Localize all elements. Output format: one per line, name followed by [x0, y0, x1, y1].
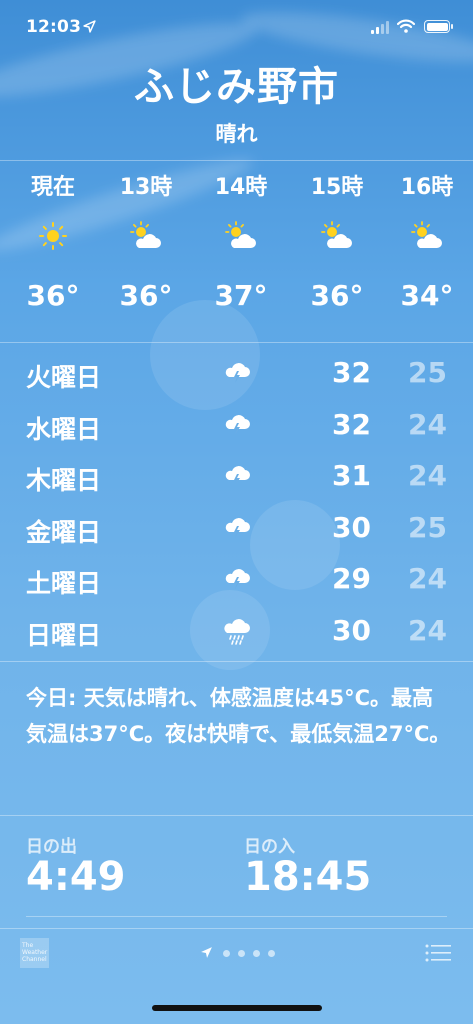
day-name: 水曜日	[26, 414, 102, 444]
day-name: 金曜日	[26, 517, 102, 547]
day-low: 24	[408, 613, 447, 647]
sun-icon	[7, 206, 99, 266]
list-icon[interactable]	[425, 943, 453, 963]
day-high: 32	[332, 356, 371, 389]
day-low: 24	[408, 562, 447, 595]
divider	[0, 661, 473, 662]
cellular-signal-icon	[371, 21, 391, 34]
daily-row: 火曜日 32 25	[0, 350, 473, 402]
daily-row: 水曜日 32 24	[0, 402, 473, 454]
sunset-time: 18:45	[244, 854, 372, 900]
daily-row: 土曜日 29 24	[0, 556, 473, 608]
sunrise-time: 4:49	[26, 854, 126, 900]
rain-icon	[224, 618, 250, 645]
day-high: 32	[332, 407, 371, 441]
weather-summary: 今日: 天気は晴れ、体感温度は45°C。最高気温は37°C。夜は快晴で、最低気温…	[26, 686, 451, 746]
page-dot	[238, 950, 245, 957]
hourly-item: 15時 36°	[291, 170, 383, 326]
page-indicator[interactable]	[200, 946, 280, 960]
page-dot	[223, 950, 230, 957]
home-indicator[interactable]	[152, 1005, 322, 1011]
daily-row: 日曜日 30 24	[0, 608, 473, 660]
thunderstorm-icon	[225, 414, 250, 435]
battery-icon	[424, 20, 453, 33]
page-dot	[253, 950, 260, 957]
partly-cloudy-icon	[381, 206, 473, 266]
thunderstorm-icon	[225, 517, 250, 538]
hourly-item: 現在 36°	[7, 170, 99, 326]
footer-divider	[0, 928, 473, 929]
day-name: 日曜日	[26, 620, 102, 650]
hourly-item: 16時 34°	[381, 170, 473, 326]
partly-cloudy-icon	[195, 206, 287, 266]
hour-temp: 36°	[119, 279, 173, 312]
thunderstorm-icon	[225, 569, 250, 589]
divider	[0, 815, 473, 816]
page-dot	[268, 950, 275, 957]
day-high: 29	[332, 562, 371, 595]
day-low: 25	[408, 356, 447, 389]
status-time: 12:03	[26, 17, 82, 37]
divider	[0, 160, 473, 161]
hour-temp: 36°	[310, 279, 364, 312]
hour-temp: 37°	[214, 279, 268, 312]
thunderstorm-icon	[225, 466, 250, 486]
day-high: 30	[332, 510, 371, 544]
day-name: 木曜日	[26, 466, 102, 495]
weather-channel-logo[interactable]: The Weather Channel	[20, 938, 49, 968]
day-name: 火曜日	[26, 363, 102, 392]
partly-cloudy-icon	[100, 206, 192, 266]
divider	[26, 916, 447, 917]
daily-row: 木曜日 31 24	[0, 453, 473, 505]
hour-label: 13時	[119, 175, 173, 200]
wifi-icon	[397, 19, 415, 33]
day-low: 24	[408, 407, 447, 441]
hourly-forecast[interactable]: 現在 36° 13時 36° 14時 37° 15時 36° 16時 34°	[0, 170, 473, 340]
daily-row: 金曜日 30 25	[0, 505, 473, 557]
divider	[0, 342, 473, 343]
hour-label: 15時	[310, 175, 364, 200]
current-location-icon	[201, 947, 212, 958]
hour-temp: 34°	[400, 279, 454, 312]
day-high: 31	[332, 459, 371, 492]
partly-cloudy-icon	[291, 206, 383, 266]
hourly-item: 14時 37°	[195, 170, 287, 326]
day-high: 30	[332, 613, 371, 647]
hour-label: 16時	[400, 175, 454, 200]
hour-label: 14時	[214, 175, 268, 200]
status-bar: 12:03	[0, 0, 473, 50]
hour-temp: 36°	[26, 279, 80, 312]
hour-label: 現在	[30, 175, 75, 200]
location-arrow-icon	[83, 20, 96, 33]
day-low: 24	[408, 459, 447, 492]
city-name: ふじみ野市	[134, 64, 339, 110]
hourly-item: 13時 36°	[100, 170, 192, 326]
thunderstorm-icon	[225, 363, 250, 383]
current-condition: 晴れ	[215, 122, 258, 146]
day-low: 25	[408, 510, 447, 544]
daily-forecast[interactable]: 火曜日 32 25 水曜日 32 24 木曜日 31 24 金曜日 30 25	[0, 350, 473, 659]
day-name: 土曜日	[26, 569, 102, 598]
